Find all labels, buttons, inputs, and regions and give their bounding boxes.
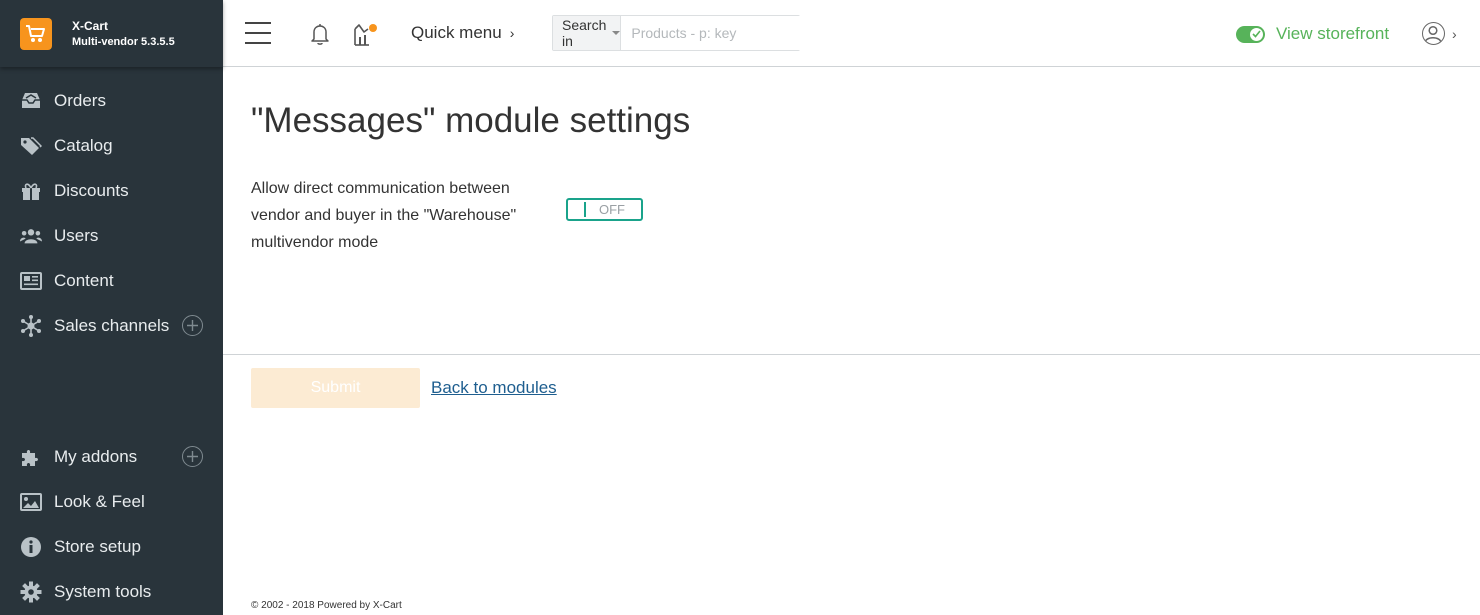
back-to-modules-link[interactable]: Back to modules [431,378,557,398]
sidebar-item-my-addons[interactable]: My addons [0,434,223,479]
tags-icon [20,135,42,157]
quick-menu-button[interactable]: Quick menu › [411,23,514,43]
search-input[interactable] [621,16,813,50]
cart-logo-icon [20,17,52,50]
sidebar-nav: Orders Catalog Discounts Users Content S… [0,67,223,348]
expand-plus-icon[interactable] [182,446,203,467]
brand-text: X-Cart Multi-vendor 5.3.5.5 [72,18,175,50]
sidebar-item-catalog[interactable]: Catalog [0,123,223,168]
newspaper-icon [20,270,42,292]
sidebar-item-sales-channels[interactable]: Sales channels [0,303,223,348]
toggle-state-label: OFF [599,202,625,217]
app: X-Cart Multi-vendor 5.3.5.5 Orders Catal… [0,0,1480,615]
sidebar-item-label: Content [54,270,114,290]
gift-icon [20,180,42,202]
gear-icon [20,581,42,603]
storefront-switch[interactable] [1236,25,1265,43]
sidebar-item-system-tools[interactable]: System tools [0,569,223,614]
sidebar-item-label: Sales channels [54,315,170,335]
footer-copyright: © 2002 - 2018 Powered by X-Cart [251,600,402,611]
toggle-handle [584,202,586,217]
caret-down-icon [612,31,621,35]
sidebar: X-Cart Multi-vendor 5.3.5.5 Orders Catal… [0,0,223,615]
view-storefront-label: View storefront [1276,24,1390,43]
sidebar-item-label: System tools [54,581,152,601]
puzzle-icon [20,446,42,468]
sidebar-item-users[interactable]: Users [0,213,223,258]
chevron-right-icon: › [509,25,515,41]
sidebar-item-label: Orders [54,90,106,110]
expand-plus-icon[interactable] [182,315,203,336]
search-scope-label: Search in [562,17,607,49]
sidebar-item-label: Discounts [54,180,129,200]
brand-name: X-Cart [72,18,109,33]
chevron-right-icon: › [1452,25,1457,42]
sidebar-item-orders[interactable]: Orders [0,78,223,123]
sidebar-item-label: Store setup [54,536,141,556]
sidebar-item-label: Users [54,225,99,245]
sidebar-item-label: Catalog [54,135,113,155]
image-icon [20,491,42,513]
search-scope-select[interactable]: Search in [553,16,622,50]
main-content: "Messages" module settings Allow direct … [223,68,1480,615]
user-avatar-icon [1422,22,1445,45]
brand-version: Multi-vendor 5.3.5.5 [72,35,175,48]
users-icon [20,225,42,247]
sidebar-item-store-setup[interactable]: Store setup [0,524,223,569]
top-header: Quick menu › Search in View storefront › [223,0,1480,67]
user-menu[interactable]: › [1422,22,1457,45]
brand[interactable]: X-Cart Multi-vendor 5.3.5.5 [0,0,223,67]
analytics-chart-icon[interactable] [353,21,379,47]
info-icon [20,536,42,558]
setting-toggle[interactable]: OFF [566,198,643,221]
sidebar-item-content[interactable]: Content [0,258,223,303]
page-title: "Messages" module settings [251,101,691,140]
bell-icon[interactable] [308,22,332,46]
check-icon [1250,27,1263,41]
form-divider [223,354,1480,355]
network-icon [20,314,42,337]
sidebar-item-look-feel[interactable]: Look & Feel [0,479,223,524]
submit-button[interactable]: Submit [251,368,420,408]
sidebar-item-discounts[interactable]: Discounts [0,168,223,213]
hamburger-menu-icon[interactable] [245,22,271,44]
inbox-icon [20,90,42,112]
quick-menu-label: Quick menu [411,23,502,42]
search-bar: Search in [552,15,813,51]
sidebar-item-label: My addons [54,446,138,466]
view-storefront-toggle[interactable]: View storefront [1236,24,1389,44]
sidebar-nav-bottom: My addons Look & Feel Store setup System… [0,434,223,614]
setting-label: Allow direct communication between vendo… [251,180,517,251]
sidebar-item-label: Look & Feel [54,491,145,511]
